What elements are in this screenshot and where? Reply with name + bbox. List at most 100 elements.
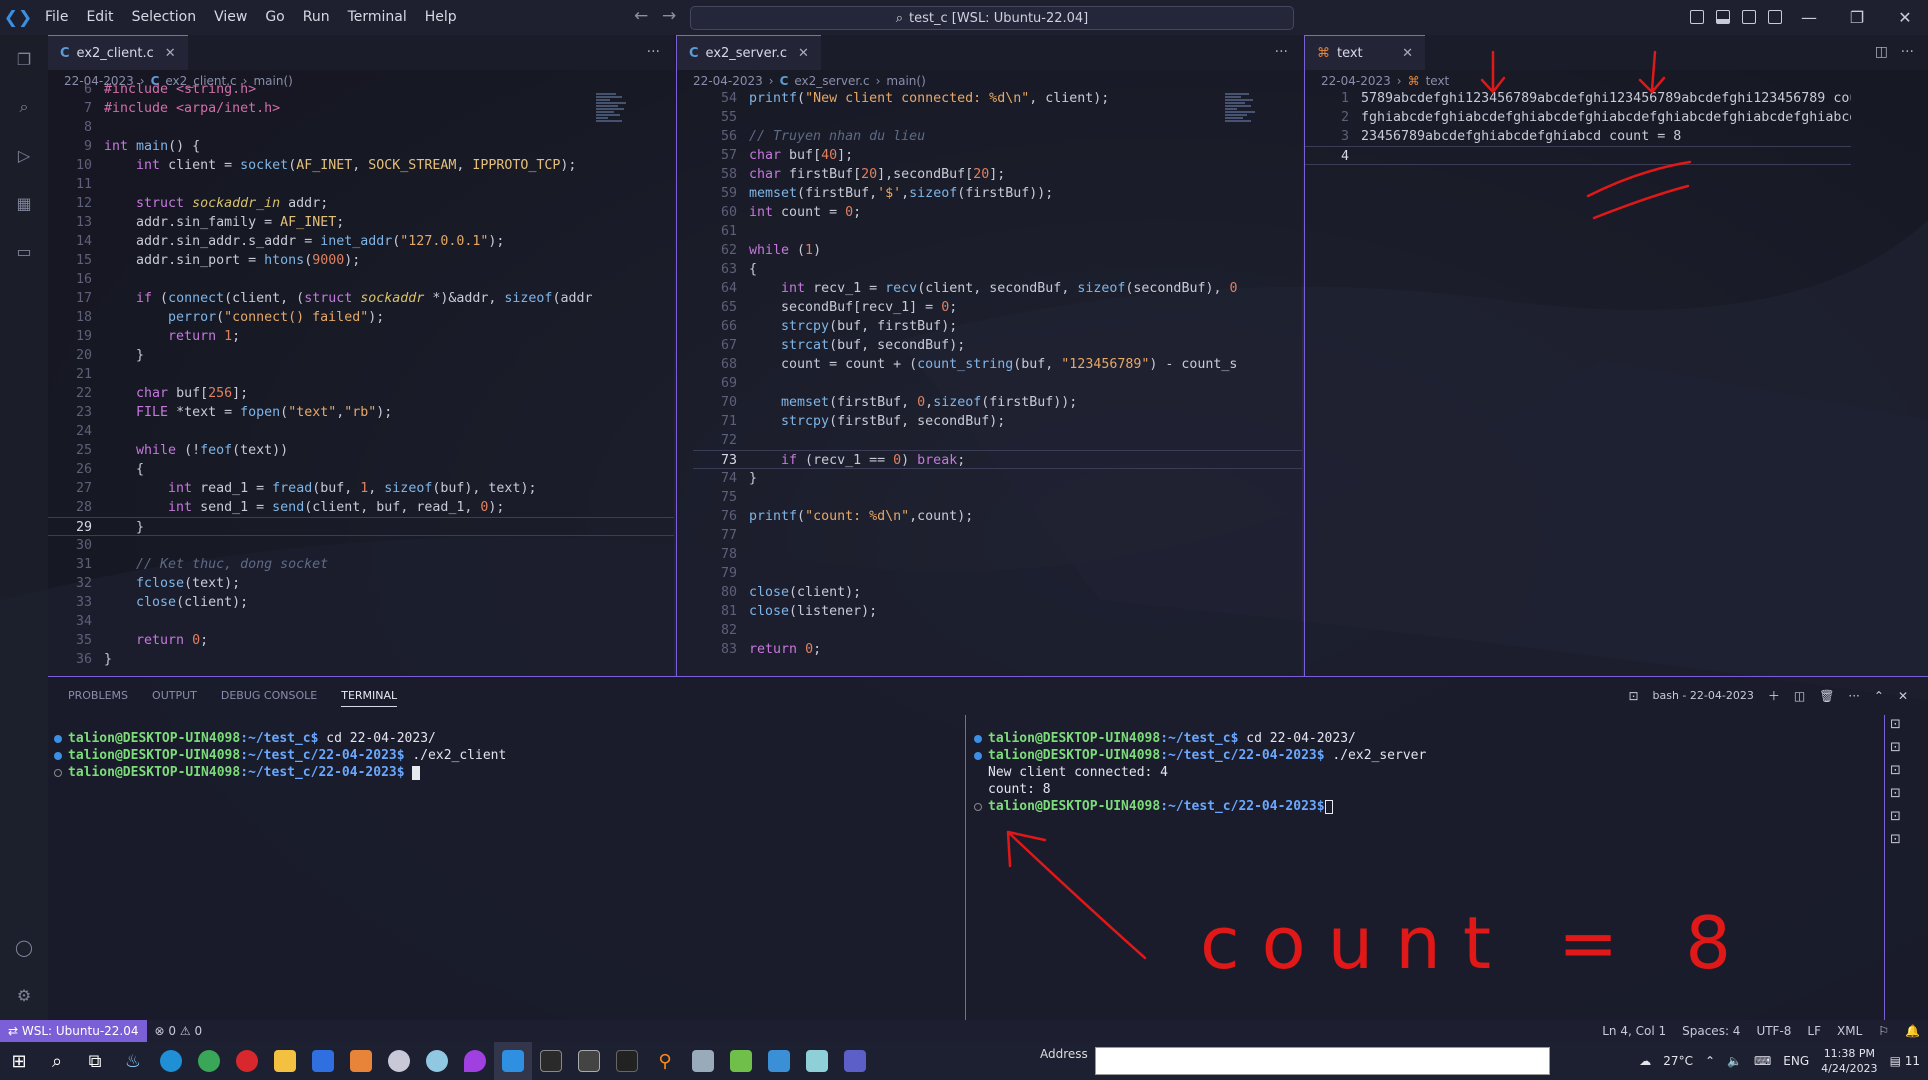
close-tab-icon[interactable]: ✕	[798, 46, 809, 61]
code-line[interactable]: 78	[693, 545, 1302, 564]
app-icon[interactable]	[380, 1042, 418, 1080]
close-tab-icon[interactable]: ✕	[165, 46, 176, 61]
toggle-secondary-sidebar-icon[interactable]	[1742, 10, 1756, 24]
toggle-sidebar-icon[interactable]	[1690, 10, 1704, 24]
code-line[interactable]: 13 addr.sin_family = AF_INET;	[48, 213, 674, 232]
code-line[interactable]: 71 strcpy(firstBuf, secondBuf);	[693, 412, 1302, 431]
code-line[interactable]: 3 23456789abcdefghiabcdefghiabcd count = …	[1305, 127, 1851, 146]
app-icon[interactable]	[760, 1042, 798, 1080]
breadcrumb-folder[interactable]: 22-04-2023	[1321, 74, 1391, 88]
split-terminal-icon[interactable]: ◫	[1794, 689, 1805, 703]
code-line[interactable]: 65 secondBuf[recv_1] = 0;	[693, 298, 1302, 317]
code-line[interactable]: 57 char buf[40];	[693, 146, 1302, 165]
code-line[interactable]: 25 while (!feof(text))	[48, 441, 674, 460]
search-icon[interactable]: ⌕	[38, 1042, 76, 1080]
terminal-list-item-icon[interactable]: ⊡	[1890, 786, 1901, 801]
keyboard-icon[interactable]: ⌨	[1754, 1054, 1771, 1068]
app-icon[interactable]	[684, 1042, 722, 1080]
tab-ex2-client[interactable]: C ex2_client.c ✕	[48, 35, 188, 70]
code-line[interactable]: 34	[48, 612, 674, 631]
customize-layout-icon[interactable]	[1768, 10, 1782, 24]
search-icon[interactable]: ⌕	[10, 93, 38, 121]
code-line[interactable]: 9 int main() {	[48, 137, 674, 156]
code-line[interactable]: 20 }	[48, 346, 674, 365]
menu-terminal[interactable]: Terminal	[339, 0, 416, 35]
task-view-icon[interactable]: ⧉	[76, 1042, 114, 1080]
code-line[interactable]: 74}	[693, 469, 1302, 488]
forward-arrow-icon[interactable]: →	[662, 6, 676, 26]
command-status-icon[interactable]	[54, 751, 62, 760]
vscode-icon[interactable]	[494, 1042, 532, 1080]
extensions-icon[interactable]: ▦	[10, 189, 38, 217]
command-status-icon[interactable]	[974, 751, 982, 760]
code-line[interactable]: 36}	[48, 650, 674, 669]
code-line[interactable]: 19 return 1;	[48, 327, 674, 346]
code-line[interactable]: 6 #include <string.h>	[48, 80, 674, 99]
code-line[interactable]: 83 return 0;	[693, 640, 1302, 659]
code-line[interactable]: 11	[48, 175, 674, 194]
terminal-list-item-icon[interactable]: ⊡	[1890, 809, 1901, 824]
breadcrumb-folder[interactable]: 22-04-2023	[693, 74, 763, 88]
weather-temp[interactable]: 27°C	[1663, 1054, 1693, 1068]
more-actions-icon[interactable]: ···	[1848, 689, 1859, 703]
panel-tab-debug-console[interactable]: DEBUG CONSOLE	[221, 689, 317, 707]
code-line[interactable]: 56 // Truyen nhan du lieu	[693, 127, 1302, 146]
menu-run[interactable]: Run	[294, 0, 339, 35]
command-status-icon[interactable]	[54, 734, 62, 743]
search-app-icon[interactable]: ⚲	[646, 1042, 684, 1080]
minimap[interactable]	[1225, 92, 1261, 192]
code-line[interactable]: 55	[693, 108, 1302, 127]
app-icon[interactable]	[456, 1042, 494, 1080]
code-line[interactable]: 64 int recv_1 = recv(client, secondBuf, …	[693, 279, 1302, 298]
panel-tab-problems[interactable]: PROBLEMS	[68, 689, 128, 707]
teams-icon[interactable]	[836, 1042, 874, 1080]
code-line[interactable]: 23 FILE *text = fopen("text","rb");	[48, 403, 674, 422]
code-line[interactable]: 67 strcat(buf, secondBuf);	[693, 336, 1302, 355]
code-line[interactable]: 76 printf("count: %d\n",count);	[693, 507, 1302, 526]
code-line[interactable]: 61	[693, 222, 1302, 241]
code-line[interactable]: 14 addr.sin_addr.s_addr = inet_addr("127…	[48, 232, 674, 251]
remote-indicator[interactable]: ⇄ WSL: Ubuntu-22.04	[0, 1020, 147, 1042]
code-line[interactable]: 54 printf("New client connected: %d\n", c…	[693, 89, 1302, 108]
tab-ex2-server[interactable]: C ex2_server.c ✕	[677, 35, 821, 70]
volume-icon[interactable]: 🔈	[1727, 1054, 1742, 1068]
code-line[interactable]: 79	[693, 564, 1302, 583]
code-line[interactable]: 1 5789abcdefghi123456789abcdefghi12345678…	[1305, 89, 1851, 108]
code-line[interactable]: 77	[693, 526, 1302, 545]
terminal-name[interactable]: bash - 22-04-2023	[1653, 689, 1754, 702]
close-window-icon[interactable]: ✕	[1882, 0, 1928, 35]
code-line[interactable]: 18 perror("connect() failed");	[48, 308, 674, 327]
code-line[interactable]: 75	[693, 488, 1302, 507]
run-debug-icon[interactable]: ▷	[10, 141, 38, 169]
terminal-list-item-icon[interactable]: ⊡	[1890, 832, 1901, 847]
tab-text[interactable]: ⌘ text ✕	[1305, 35, 1425, 70]
menu-view[interactable]: View	[205, 0, 256, 35]
code-line[interactable]: 63 {	[693, 260, 1302, 279]
breadcrumb-file[interactable]: ex2_server.c	[794, 74, 869, 88]
toggle-panel-icon[interactable]	[1716, 10, 1730, 24]
code-area[interactable]: 54 printf("New client connected: %d\n", c…	[677, 89, 1302, 659]
minimap[interactable]	[596, 92, 632, 192]
window-icon[interactable]	[570, 1042, 608, 1080]
code-line[interactable]: 82	[693, 621, 1302, 640]
code-line[interactable]: 30	[48, 536, 674, 555]
kill-terminal-icon[interactable]: 🗑	[1819, 689, 1834, 703]
command-status-icon[interactable]	[54, 768, 62, 777]
code-line[interactable]: 60 int count = 0;	[693, 203, 1302, 222]
app-icon[interactable]	[798, 1042, 836, 1080]
code-line[interactable]: 66 strcpy(buf, firstBuf);	[693, 317, 1302, 336]
file-explorer-icon[interactable]	[266, 1042, 304, 1080]
photos-icon[interactable]	[342, 1042, 380, 1080]
code-line[interactable]: 17 if (connect(client, (struct sockaddr …	[48, 289, 674, 308]
maximize-panel-icon[interactable]: ⌃	[1874, 689, 1884, 703]
notification-center-icon[interactable]: ▤ 11	[1890, 1054, 1920, 1068]
code-line[interactable]: 81 close(listener);	[693, 602, 1302, 621]
code-line[interactable]: 16	[48, 270, 674, 289]
code-line[interactable]: 8	[48, 118, 674, 137]
terminal-divider[interactable]	[965, 715, 966, 1021]
code-line[interactable]: 72	[693, 431, 1302, 450]
code-line[interactable]: 27 int read_1 = fread(buf, 1, sizeof(buf…	[48, 479, 674, 498]
code-line[interactable]: 32 fclose(text);	[48, 574, 674, 593]
start-icon[interactable]: ⊞	[0, 1042, 38, 1080]
panel-tab-output[interactable]: OUTPUT	[152, 689, 197, 707]
